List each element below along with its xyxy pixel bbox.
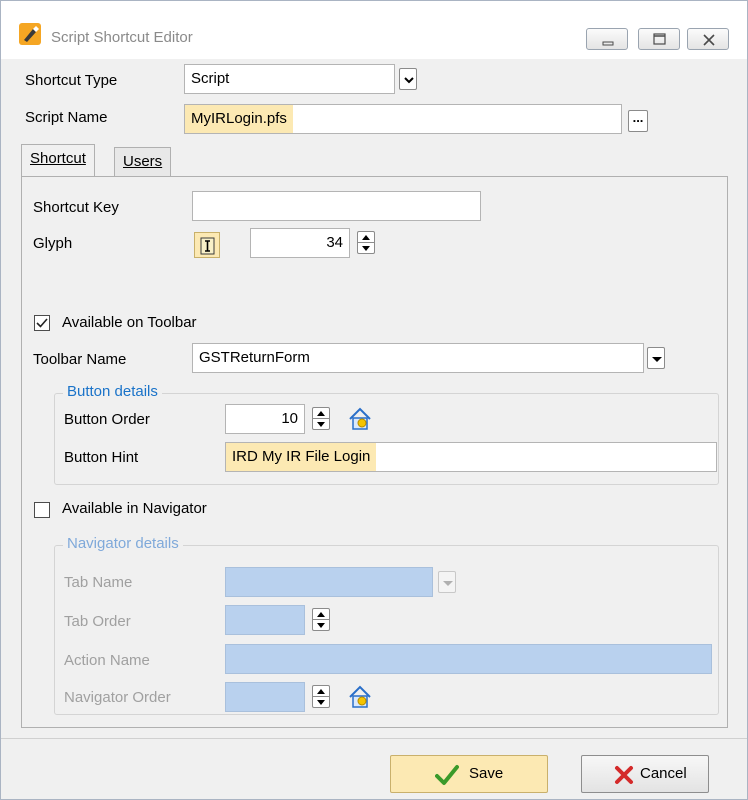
button-order-spinner[interactable] bbox=[312, 407, 330, 431]
button-details-title: Button details bbox=[63, 383, 162, 400]
tab-name-dropdown-button[interactable] bbox=[438, 571, 456, 593]
toolbar-name-dropdown-button[interactable] bbox=[647, 347, 665, 369]
title-bar: Script Shortcut Editor bbox=[1, 1, 747, 59]
tab-order-input[interactable] bbox=[225, 605, 305, 635]
button-hint-input[interactable]: IRD My IR File Login bbox=[225, 442, 717, 472]
triangle-down-icon bbox=[317, 700, 325, 705]
script-name-label: Script Name bbox=[25, 109, 108, 126]
navigator-order-spin-down-button[interactable] bbox=[312, 696, 330, 708]
action-name-input[interactable] bbox=[225, 644, 712, 674]
button-details-group: Button details Button Order 10 Button Hi… bbox=[54, 383, 719, 485]
button-hint-label: Button Hint bbox=[64, 449, 139, 466]
navigator-details-group: Navigator details Tab Name Tab Order Act… bbox=[54, 535, 719, 715]
tab-users-label: Users bbox=[123, 153, 163, 170]
toolbar-name-select[interactable]: GSTReturnForm bbox=[192, 343, 644, 373]
shortcut-tab-panel: Shortcut Key Glyph 34 Available on Toolb… bbox=[21, 176, 728, 728]
available-on-toolbar-label: Available on Toolbar bbox=[62, 314, 197, 331]
triangle-down-icon bbox=[652, 357, 662, 362]
navigator-order-input[interactable] bbox=[225, 682, 305, 712]
button-order-label: Button Order bbox=[64, 411, 150, 428]
tab-name-select[interactable] bbox=[225, 567, 433, 597]
chevron-down-icon bbox=[404, 77, 414, 84]
triangle-down-icon bbox=[317, 623, 325, 628]
glyph-label: Glyph bbox=[33, 235, 73, 252]
minimize-icon bbox=[602, 41, 614, 46]
script-shortcut-editor-window: Script Shortcut Editor Shortcut Type Scr… bbox=[0, 0, 748, 800]
tab-name-label: Tab Name bbox=[64, 574, 133, 591]
footer-separator bbox=[1, 738, 747, 739]
glyph-spinner[interactable] bbox=[357, 231, 375, 255]
glyph-preview-button[interactable] bbox=[194, 232, 220, 258]
green-check-icon bbox=[435, 765, 459, 785]
window-title: Script Shortcut Editor bbox=[51, 29, 193, 46]
button-order-input[interactable]: 10 bbox=[225, 404, 305, 434]
minimize-button[interactable] bbox=[586, 28, 628, 50]
button-order-lookup-button[interactable] bbox=[347, 406, 373, 432]
save-button[interactable]: Save bbox=[390, 755, 548, 793]
maximize-button[interactable] bbox=[638, 28, 680, 50]
shortcut-type-label: Shortcut Type bbox=[25, 72, 118, 89]
button-order-spin-down-button[interactable] bbox=[312, 418, 330, 430]
triangle-down-icon bbox=[362, 246, 370, 251]
maximize-icon bbox=[653, 33, 666, 45]
save-button-label: Save bbox=[469, 765, 504, 782]
checkmark-icon bbox=[36, 318, 48, 328]
toolbar-name-label: Toolbar Name bbox=[33, 351, 127, 368]
close-button[interactable] bbox=[687, 28, 729, 50]
tab-users[interactable]: Users bbox=[114, 147, 172, 176]
action-name-label: Action Name bbox=[64, 652, 150, 669]
shortcut-type-select[interactable]: Script bbox=[184, 64, 395, 94]
tab-shortcut-label: Shortcut bbox=[30, 150, 86, 167]
home-lightbulb-icon bbox=[349, 407, 371, 430]
script-name-value: MyIRLogin.pfs bbox=[185, 105, 293, 133]
navigator-order-lookup-button[interactable] bbox=[347, 684, 373, 710]
close-icon bbox=[703, 34, 715, 46]
text-cursor-icon bbox=[200, 237, 215, 255]
glyph-index-input[interactable]: 34 bbox=[250, 228, 350, 258]
tab-order-label: Tab Order bbox=[64, 613, 131, 630]
available-in-navigator-checkbox[interactable] bbox=[34, 502, 50, 518]
glyph-spin-down-button[interactable] bbox=[357, 242, 375, 254]
app-icon bbox=[19, 23, 41, 45]
script-name-input[interactable]: MyIRLogin.pfs bbox=[184, 104, 622, 134]
triangle-down-icon bbox=[317, 422, 325, 427]
red-x-icon bbox=[615, 766, 633, 784]
navigator-details-title: Navigator details bbox=[63, 535, 183, 552]
available-in-navigator-label: Available in Navigator bbox=[62, 500, 207, 517]
navigator-order-spinner[interactable] bbox=[312, 685, 330, 709]
tab-shortcut[interactable]: Shortcut bbox=[21, 144, 95, 176]
triangle-down-icon bbox=[443, 581, 453, 586]
cancel-button[interactable]: Cancel bbox=[581, 755, 709, 793]
tab-order-spin-down-button[interactable] bbox=[312, 619, 330, 631]
shortcut-type-dropdown-button[interactable] bbox=[399, 68, 417, 90]
navigator-order-label: Navigator Order bbox=[64, 689, 171, 706]
shortcut-key-label: Shortcut Key bbox=[33, 199, 119, 216]
browse-script-button[interactable]: ... bbox=[628, 110, 648, 132]
home-lightbulb-icon bbox=[349, 685, 371, 708]
button-hint-value: IRD My IR File Login bbox=[226, 443, 377, 471]
tab-order-spinner[interactable] bbox=[312, 608, 330, 632]
cancel-button-label: Cancel bbox=[640, 765, 687, 782]
shortcut-key-input[interactable] bbox=[192, 191, 481, 221]
available-on-toolbar-checkbox[interactable] bbox=[34, 315, 50, 331]
